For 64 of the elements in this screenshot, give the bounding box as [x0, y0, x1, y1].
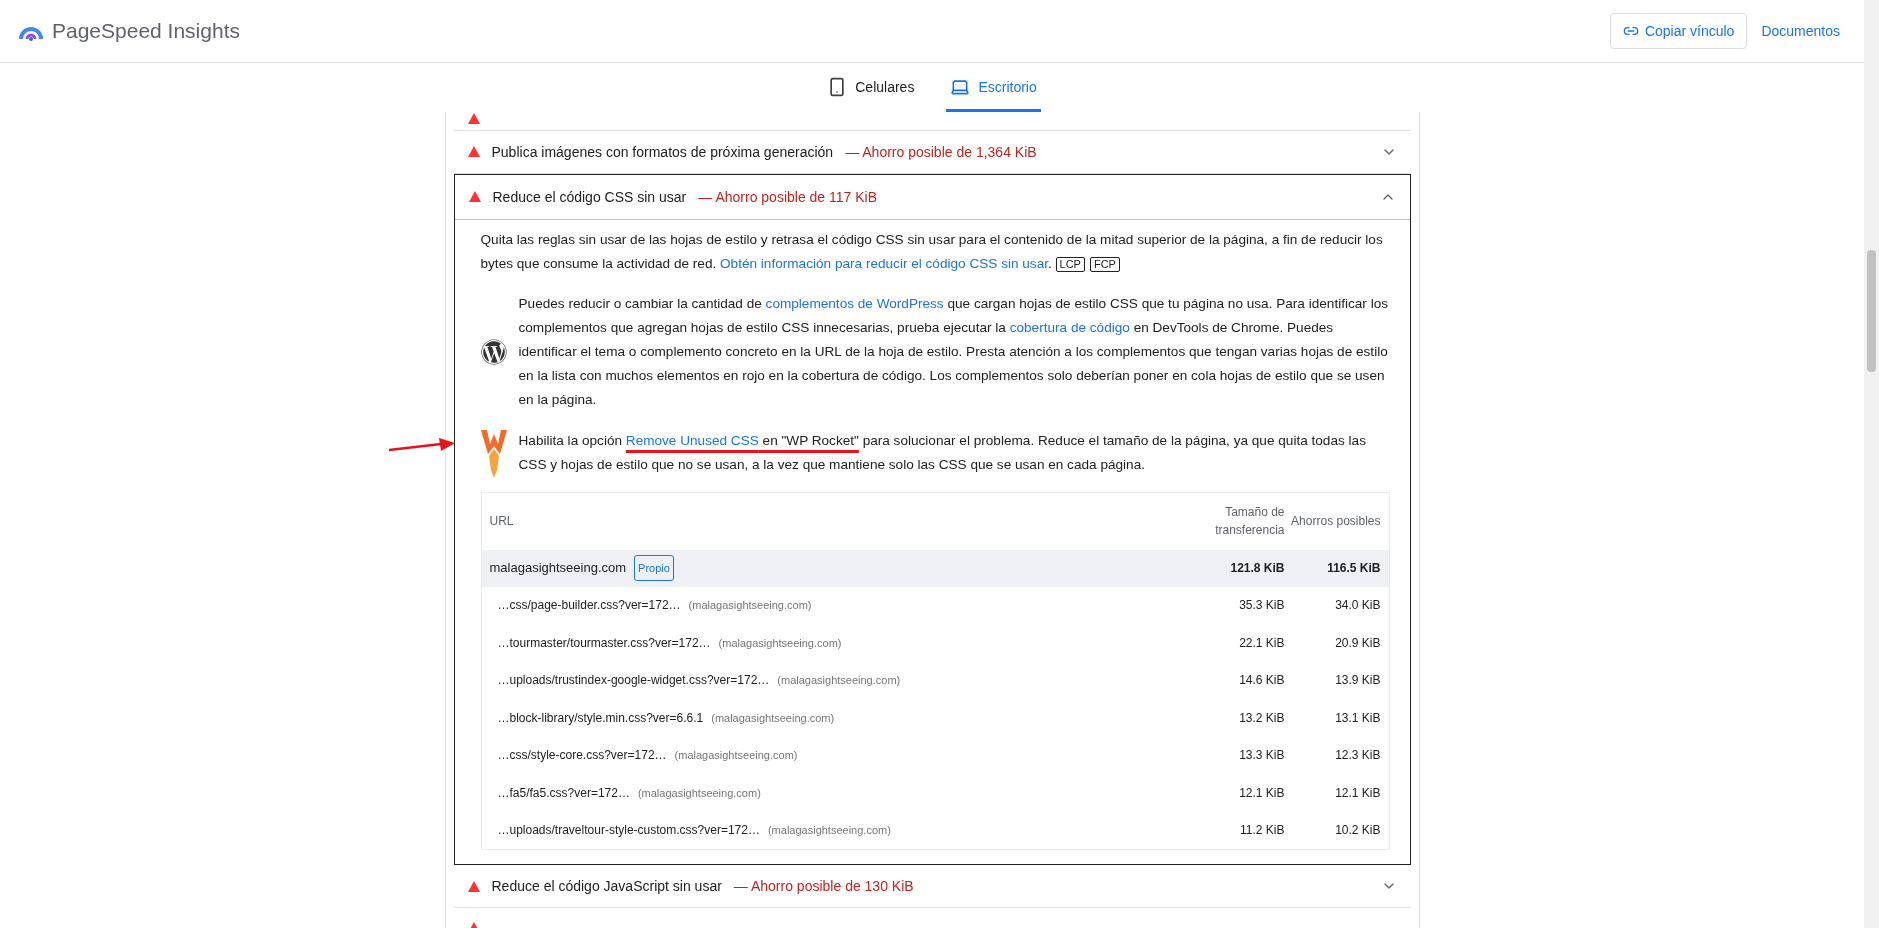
url-cell-text: …fa5/fa5.css?ver=172…: [497, 784, 630, 802]
audit-title: Reduce el código CSS sin usar: [492, 188, 687, 205]
audit-savings: — Ahorro posible de 130 KiB: [733, 878, 914, 894]
warning-triangle-icon: [468, 191, 481, 202]
warning-triangle-icon: [467, 146, 480, 157]
link[interactable]: complementos de WordPress: [765, 295, 944, 311]
audit-title: Reduce el código JavaScript sin usar: [491, 878, 722, 894]
table-cell-text: 116.5 KiB: [1326, 560, 1381, 577]
app-title: PageSpeed Insights: [52, 18, 240, 43]
host-text: (malagasightseeing.com): [718, 635, 842, 651]
link[interactable]: Remove Unused CSS: [625, 432, 759, 448]
audit-row[interactable]: Reduce el código JavaScript sin usar — Ahorro posible de 130 KiB: [453, 865, 1411, 908]
host-text: (malagasightseeing.com): [767, 823, 891, 839]
audit-description: Quita las reglas sin usar de las hojas de estilo y retrasa el código CSS sin usar para el contenido de la mitad superior de la página, a fin de reducir los bytes que consume la actividad de red. Obtén información para reducir el código CSS sin usar. LCP FCP: [480, 230, 1384, 274]
audit-title: Publica imágenes con formatos de próxima generación: [491, 143, 834, 160]
column-header: Ahorros posibles: [1290, 513, 1381, 530]
table-cell-text: 34.0 KiB: [1334, 597, 1381, 615]
table-cell-text: 121.8 KiB: [1229, 560, 1285, 577]
column-header: Tamaño de transferencia: [1214, 504, 1285, 539]
warning-triangle-icon: [467, 880, 480, 892]
host-text: (malagasightseeing.com): [674, 748, 798, 764]
rocket-w-logo-icon: [480, 427, 507, 478]
copy-link-button[interactable]: Copiar vínculo: [1609, 12, 1748, 49]
table-cell-text: 12.3 KiB: [1334, 747, 1381, 765]
url-cell-text: …css/style-core.css?ver=172…: [497, 747, 667, 765]
url-cell-text: …uploads/traveltour-style-custom.css?ver=172…: [497, 822, 760, 840]
host-text: (malagasightseeing.com): [637, 785, 761, 801]
stack-pack-text: Puedes reducir o cambiar la cantidad de complementos de WordPress que cargan hojas de estilo CSS que tu página no usa. Para identificar los complementos que agregan hojas de estilo CSS innecesarias, prueba ejecutar la cobertura de código en DevTools de Chrome. Puedes identificar el tema o complemento concreto en la URL de la hoja de estilo. Presta atención a los complementos que tengan varias hojas de estilo en la lista con muchos elementos en rojo en la cobertura de código. Los complementos solo deberían poner en cola hojas de estilo que se usen en la página.: [518, 294, 1390, 409]
url-cell-text: …block-library/style.min.css?ver=6.6.1: [497, 709, 704, 727]
host-text: (malagasightseeing.com): [777, 673, 901, 689]
scrollbar-thumb[interactable]: [1867, 250, 1876, 372]
audit-savings: — Ahorro posible de 1,364 KiB: [845, 143, 1037, 160]
table-cell-text: 14.6 KiB: [1238, 672, 1285, 690]
audit-row[interactable]: Publica imágenes con formatos de próxima generación — Ahorro posible de 1,364 KiB: [453, 130, 1411, 174]
host-text: (malagasightseeing.com): [711, 710, 835, 726]
owner-tag: Propio: [634, 555, 674, 581]
link[interactable]: Obtén información para reducir el código CSS sin usar: [720, 255, 1048, 271]
audit-row[interactable]: Reduce el código CSS sin usar — Ahorro posible de 117 KiB: [454, 174, 1410, 220]
url-cell-text: …uploads/trustindex-google-widget.css?ver=172…: [497, 672, 770, 690]
device-tab[interactable]: Celulares: [823, 62, 919, 112]
table-cell-text: 10.2 KiB: [1334, 822, 1381, 840]
table-cell-text: 35.3 KiB: [1238, 597, 1285, 615]
table-cell-text: 13.1 KiB: [1334, 709, 1381, 727]
metric-tag: LCP: [1055, 256, 1085, 272]
url-cell-text: …tourmaster/tourmaster.css?ver=172…: [497, 634, 711, 652]
table-cell-text: 13.3 KiB: [1238, 747, 1285, 765]
table-cell-text: 13.2 KiB: [1238, 709, 1285, 727]
warning-triangle-icon: [467, 112, 480, 124]
device-tab[interactable]: Escritorio: [946, 62, 1041, 112]
link[interactable]: cobertura de código: [1009, 319, 1130, 335]
column-header: URL: [489, 513, 515, 530]
wordpress-logo-icon: [480, 338, 507, 365]
table-cell-text: 22.1 KiB: [1238, 634, 1285, 652]
table-cell-text: 12.1 KiB: [1334, 784, 1381, 802]
host-text: (malagasightseeing.com): [688, 598, 812, 614]
metric-tag: FCP: [1089, 256, 1120, 272]
table-cell-text: 11.2 KiB: [1239, 822, 1285, 840]
table-cell-text: 12.1 KiB: [1238, 784, 1285, 802]
url-cell-text: …css/page-builder.css?ver=172…: [497, 597, 681, 615]
audit-savings: — Ahorro posible de 117 KiB: [698, 188, 878, 205]
table-cell-text: malagasightseeing.com: [489, 559, 627, 577]
stack-pack-text: Habilita la opción Remove Unused CSS en "WP Rocket" para solucionar el problema. Reduce el tamaño de la página, ya que quita todas las CSS y hojas de estilo que no se usan, a la vez que mantiene solo las CSS que se usan en cada página.: [518, 431, 1367, 474]
table-cell-text: 13.9 KiB: [1334, 672, 1381, 690]
table-cell-text: 20.9 KiB: [1334, 634, 1381, 652]
